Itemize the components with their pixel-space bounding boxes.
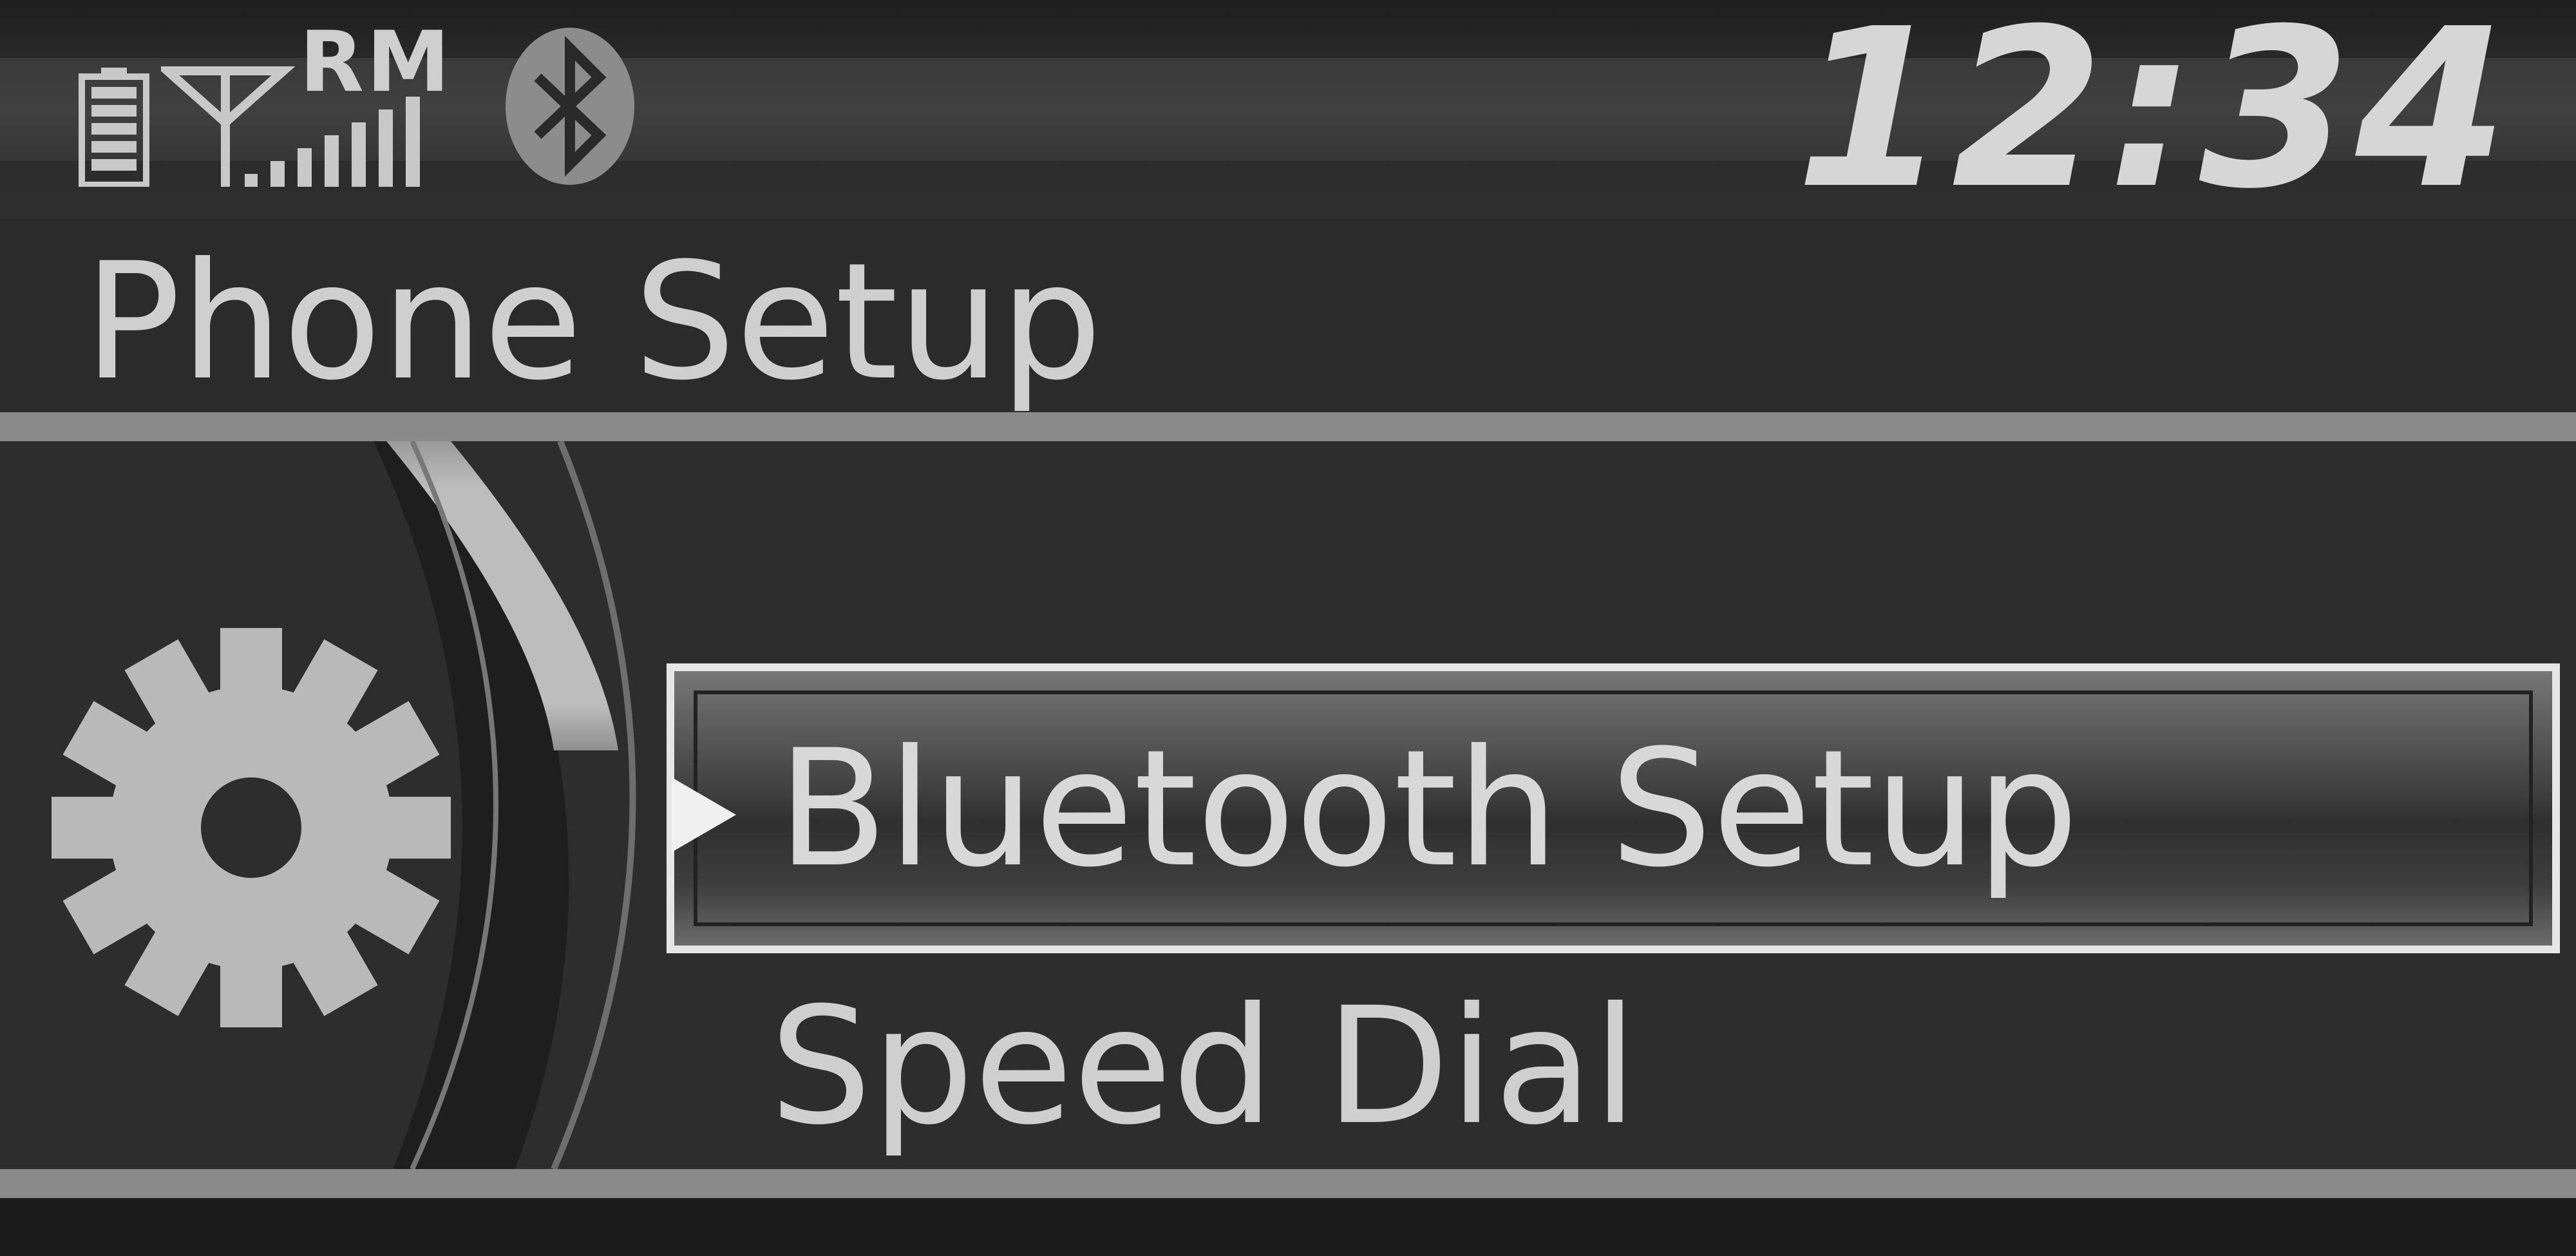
bottom-bar [0, 1198, 2576, 1256]
menu-item-label: Speed Dial [770, 972, 1638, 1160]
battery-icon [79, 68, 149, 187]
menu-content: Bluetooth Setup Speed Dial [0, 441, 2576, 1169]
header-divider [0, 412, 2576, 441]
selection-arrow-icon [672, 777, 736, 852]
status-bar: RM 12:34 [0, 0, 2576, 219]
gear-icon [52, 628, 451, 1027]
bluetooth-icon [506, 28, 634, 185]
footer-divider [0, 1169, 2576, 1198]
menu-list: Bluetooth Setup Speed Dial [667, 663, 2560, 1179]
carrier-label: RM [299, 13, 453, 111]
phone-setup-screen: RM 12:34 Phone Setup Bluetooth Setup Spe… [0, 0, 2576, 1256]
menu-item-bluetooth-setup[interactable]: Bluetooth Setup [667, 663, 2560, 953]
menu-item-speed-dial[interactable]: Speed Dial [667, 953, 2560, 1179]
page-title: Phone Setup [84, 228, 1103, 415]
clock: 12:34 [1795, 0, 2512, 237]
menu-item-label: Bluetooth Setup [777, 714, 2079, 902]
